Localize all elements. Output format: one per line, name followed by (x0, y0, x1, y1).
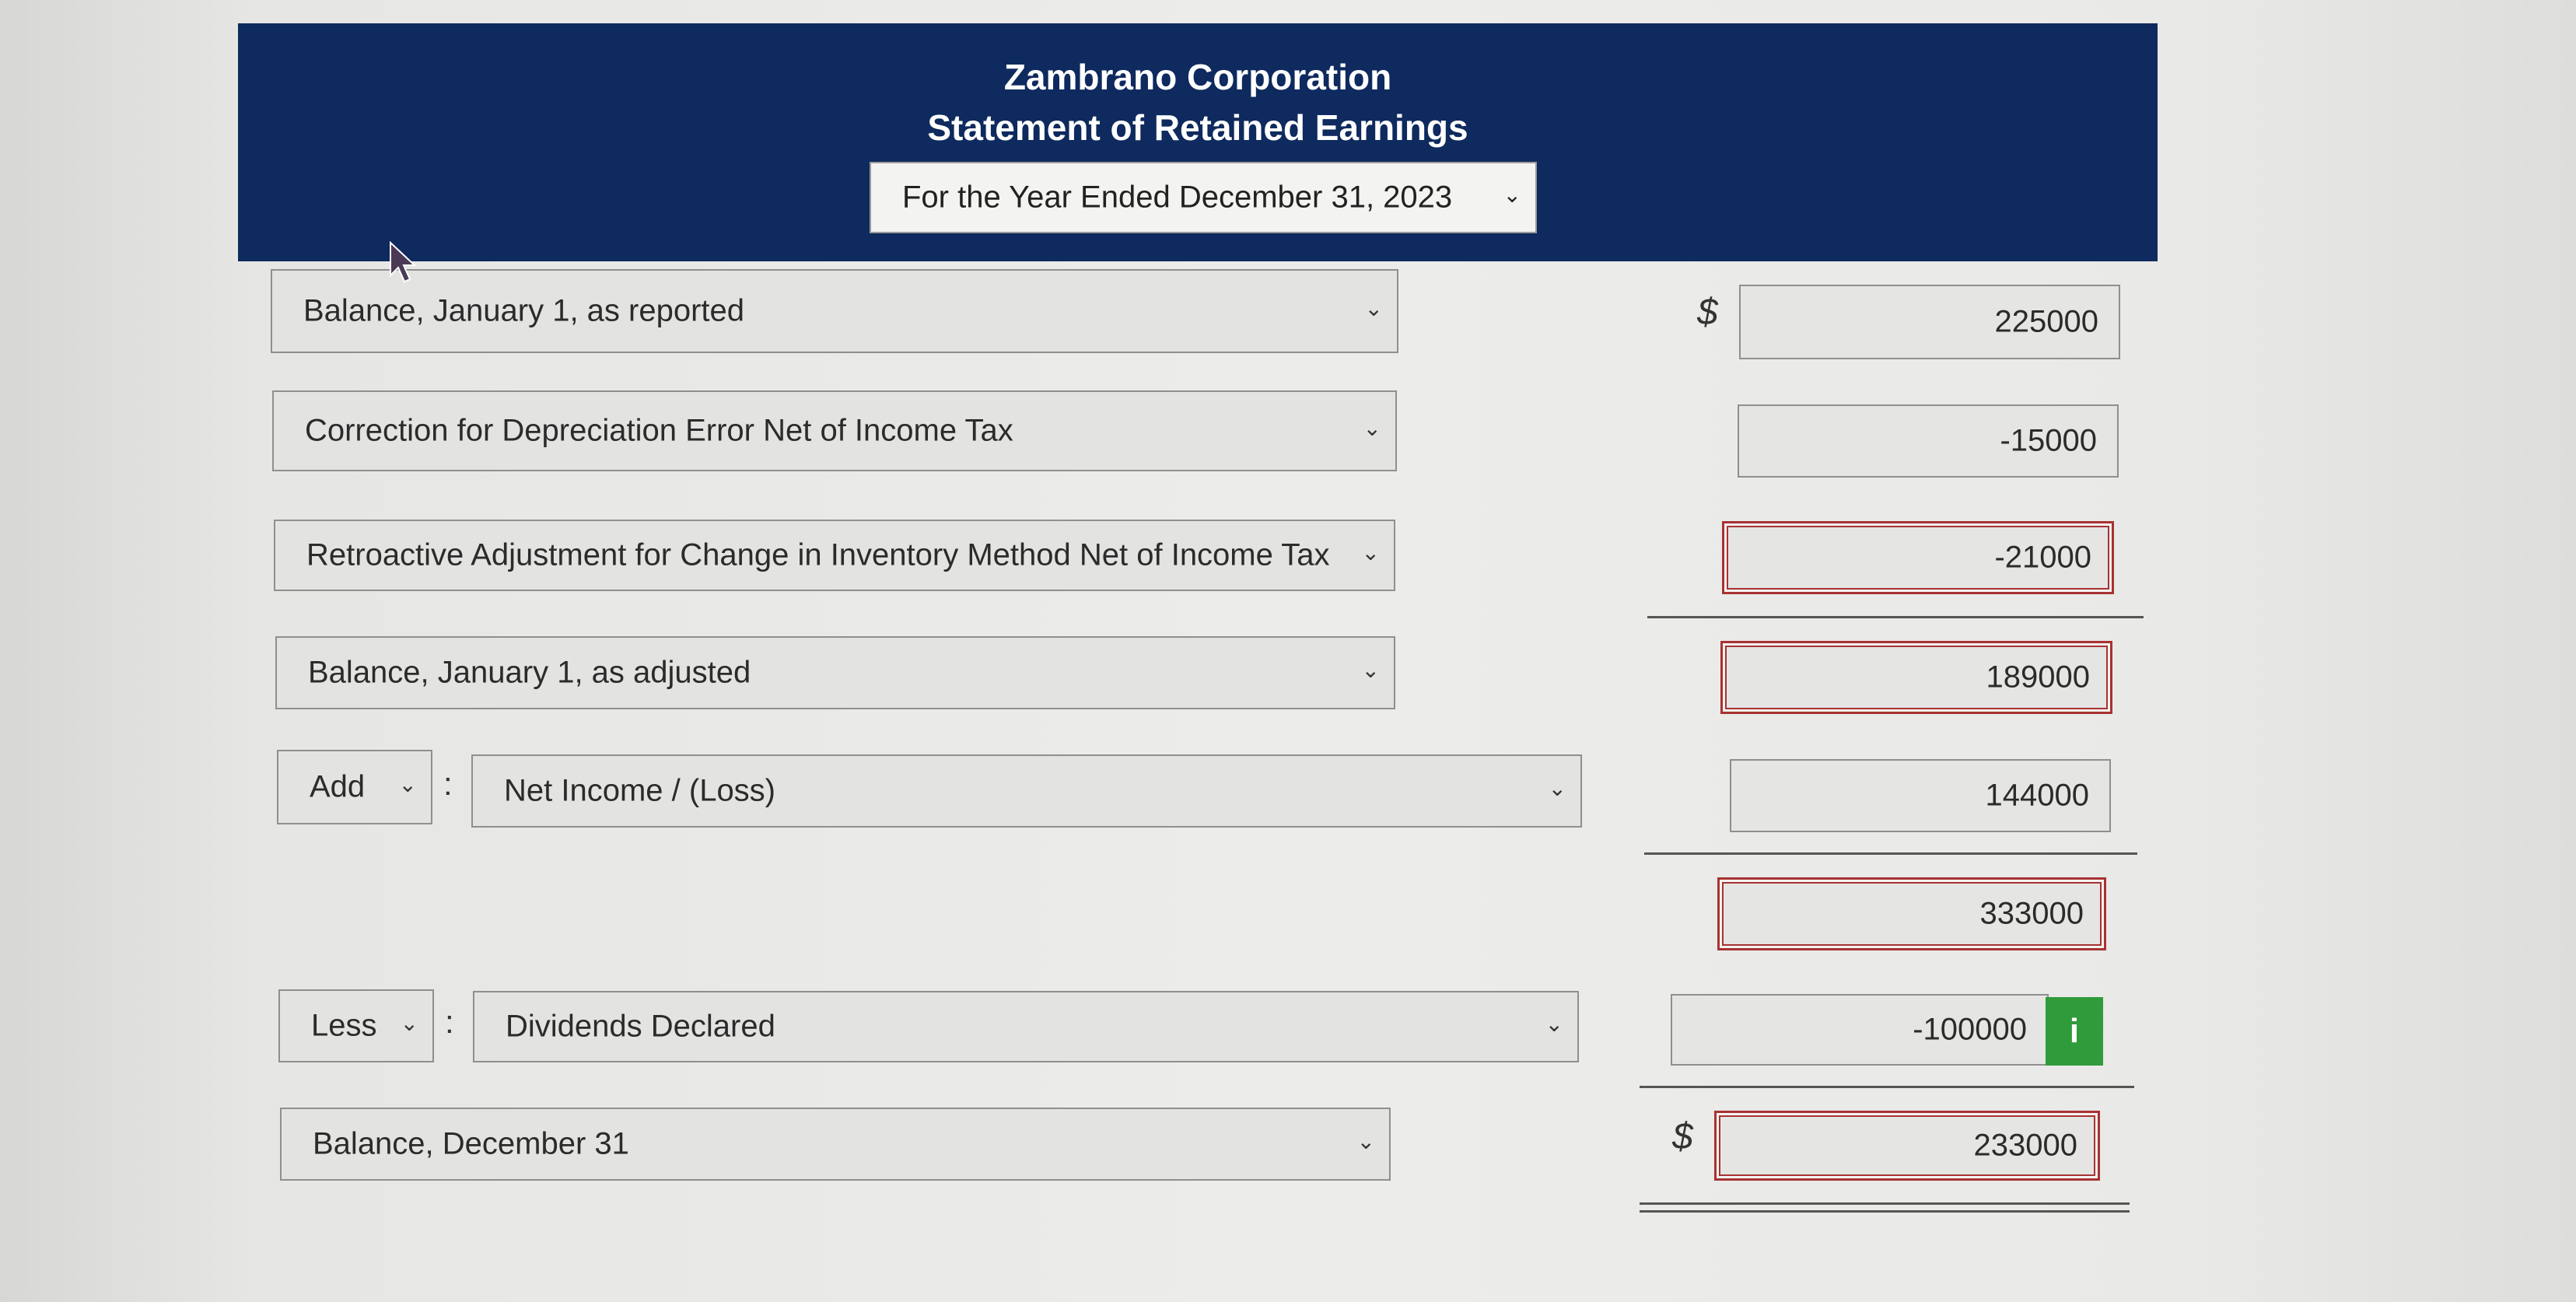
total-double-rule-top (1640, 1202, 2130, 1205)
company-name: Zambrano Corporation (1003, 57, 1392, 97)
row-label: Balance, January 1, as reported (303, 293, 745, 328)
dollar-sign: $ (1697, 292, 1718, 333)
chevron-down-icon: ⌄ (1363, 416, 1381, 441)
row-label: Retroactive Adjustment for Change in Inv… (306, 537, 1330, 572)
amount-input-dividends[interactable]: -100000 (1671, 994, 2049, 1066)
chevron-down-icon: ⌄ (1361, 658, 1380, 683)
row-label: Balance, December 31 (313, 1126, 629, 1161)
amount-value: -100000 (1913, 1012, 2027, 1047)
chevron-down-icon: ⌄ (1364, 296, 1383, 321)
chevron-down-icon: ⌄ (1503, 183, 1521, 208)
statement-title: Statement of Retained Earnings (927, 107, 1468, 148)
chevron-down-icon: ⌄ (398, 772, 417, 797)
info-icon[interactable]: i (2046, 997, 2103, 1066)
amount-value: 189000 (1986, 660, 2090, 695)
prefix-label: Add (310, 769, 366, 804)
row-label-select-inventory-adjustment[interactable]: Retroactive Adjustment for Change in Inv… (274, 520, 1395, 591)
colon-separator: : (443, 765, 453, 802)
period-select[interactable]: For the Year Ended December 31, 2023 ⌄ (870, 162, 1537, 233)
amount-value: -21000 (1994, 540, 2091, 575)
chevron-down-icon: ⌄ (1356, 1129, 1375, 1154)
amount-value: 333000 (1979, 896, 2084, 931)
total-double-rule-bottom (1640, 1210, 2130, 1213)
chevron-down-icon: ⌄ (400, 1011, 418, 1036)
row-label-select-balance-december[interactable]: Balance, December 31 ⌄ (280, 1108, 1391, 1181)
add-less-select[interactable]: Add ⌄ (277, 750, 432, 824)
amount-value: 225000 (1994, 304, 2098, 339)
amount-input-depreciation-correction[interactable]: -15000 (1738, 404, 2119, 478)
chevron-down-icon: ⌄ (1361, 541, 1380, 565)
amount-value: 144000 (1985, 778, 2089, 813)
row-label: Correction for Depreciation Error Net of… (305, 413, 1013, 448)
amount-value: 233000 (1973, 1128, 2077, 1163)
subtotal-rule (1640, 1086, 2134, 1088)
mouse-cursor-icon (390, 241, 417, 283)
chevron-down-icon: ⌄ (1548, 776, 1566, 801)
dollar-sign: $ (1672, 1116, 1693, 1157)
amount-input-balance-december[interactable]: 233000 (1714, 1111, 2100, 1181)
amount-input-balance-reported[interactable]: 225000 (1739, 285, 2120, 359)
period-select-label: For the Year Ended December 31, 2023 (902, 180, 1453, 215)
amount-input-inventory-adjustment[interactable]: -21000 (1722, 521, 2114, 594)
row-label-select-balance-reported[interactable]: Balance, January 1, as reported ⌄ (271, 269, 1398, 353)
row-label: Balance, January 1, as adjusted (308, 655, 751, 690)
row-label-select-net-income[interactable]: Net Income / (Loss) ⌄ (471, 754, 1582, 828)
subtotal-rule (1647, 616, 2144, 618)
add-less-select[interactable]: Less ⌄ (278, 989, 434, 1062)
row-label: Net Income / (Loss) (504, 773, 776, 808)
colon-separator: : (445, 1003, 454, 1040)
amount-input-balance-adjusted[interactable]: 189000 (1720, 641, 2112, 714)
row-label: Dividends Declared (506, 1009, 775, 1044)
subtotal-rule (1644, 852, 2137, 855)
row-label-select-balance-adjusted[interactable]: Balance, January 1, as adjusted ⌄ (275, 636, 1395, 709)
statement-header: Zambrano Corporation Statement of Retain… (238, 23, 2158, 261)
amount-input-net-income[interactable]: 144000 (1730, 759, 2111, 832)
chevron-down-icon: ⌄ (1545, 1012, 1563, 1037)
row-label-select-dividends[interactable]: Dividends Declared ⌄ (473, 991, 1579, 1062)
amount-value: -15000 (2000, 423, 2097, 458)
prefix-label: Less (311, 1008, 377, 1043)
row-label-select-depreciation-correction[interactable]: Correction for Depreciation Error Net of… (272, 390, 1397, 471)
amount-input-subtotal[interactable]: 333000 (1717, 877, 2106, 950)
